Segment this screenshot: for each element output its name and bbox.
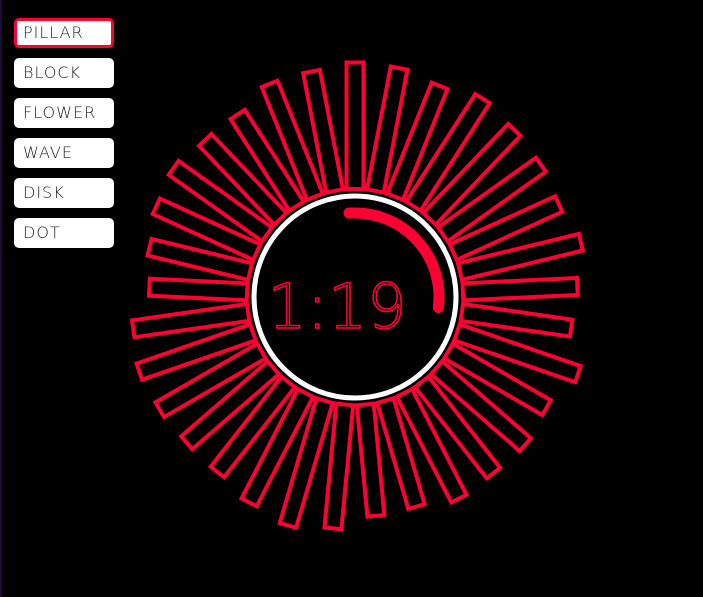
spectrum-bar [460,275,580,303]
spectrum-bar [420,121,524,228]
spectrum-bar [146,276,250,303]
spectrum-bar [455,231,586,283]
spectrum-bar [374,395,428,512]
time-readout: 1:19 [267,270,406,343]
mode-menu: PILLAR BLOCK FLOWER WAVE DISK DOT [14,18,114,258]
mode-button-wave[interactable]: WAVE [14,138,114,168]
mode-button-flower[interactable]: FLOWER [14,98,114,128]
mode-button-pillar[interactable]: PILLAR [14,18,114,48]
spectrum-bar [354,401,387,519]
spectrum-bar [412,373,503,482]
mode-button-disk[interactable]: DISK [14,178,114,208]
visualizer-app: 1:19 PILLAR BLOCK FLOWER WAVE DISK DOT [0,0,703,597]
mode-button-block[interactable]: BLOCK [14,58,114,88]
mode-button-dot[interactable]: DOT [14,218,114,248]
spectrum-bar [428,358,534,454]
spectrum-bar [196,131,290,228]
spectrum-bar [207,373,298,481]
spectrum-bar [145,236,255,283]
spectrum-bar [178,358,282,453]
spectrum-bar [344,60,366,191]
spectrum-bar [300,67,346,195]
spectrum-bar [364,64,410,195]
